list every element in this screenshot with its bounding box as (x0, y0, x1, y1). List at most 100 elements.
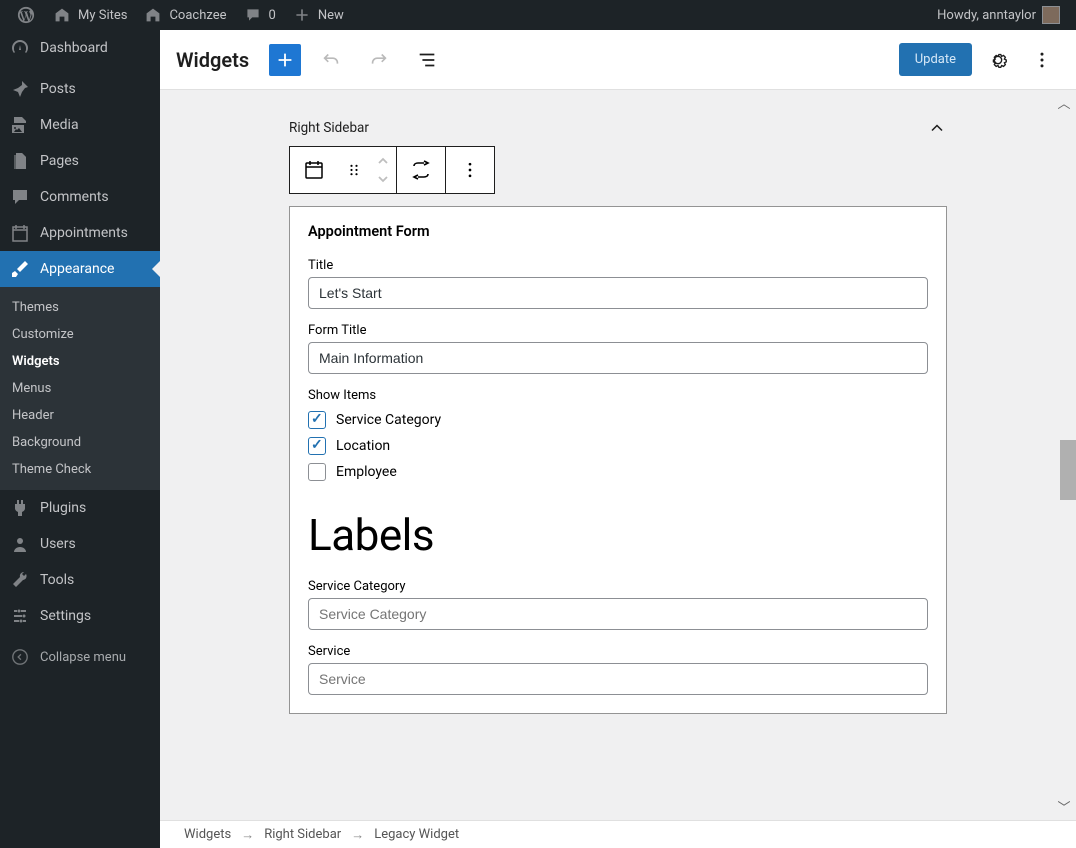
admin-bar: My Sites Coachzee 0 New Howdy, anntaylor (0, 0, 1076, 30)
submenu-themes[interactable]: Themes (0, 294, 160, 321)
new-link[interactable]: New (284, 0, 352, 30)
comments-link[interactable]: 0 (235, 0, 284, 30)
widget-name: Appointment Form (308, 223, 928, 240)
menu-dashboard-label: Dashboard (40, 40, 108, 56)
input-service[interactable] (308, 663, 928, 695)
lbl-servicecategory: Service Category (308, 579, 928, 594)
menu-settings[interactable]: Settings (0, 598, 160, 634)
collapse-label: Collapse menu (40, 650, 126, 665)
menu-comments[interactable]: Comments (0, 179, 160, 215)
account-link[interactable]: Howdy, anntaylor (929, 0, 1068, 30)
title-input[interactable] (308, 277, 928, 309)
collapse-menu[interactable]: Collapse menu (0, 639, 160, 675)
pages-icon (10, 151, 30, 171)
submenu-background[interactable]: Background (0, 429, 160, 456)
checkbox-location-label: Location (336, 438, 390, 454)
submenu-widgets[interactable]: Widgets (0, 348, 160, 375)
add-block-button[interactable] (269, 44, 301, 76)
menu-plugins[interactable]: Plugins (0, 490, 160, 526)
transform-button[interactable] (397, 147, 445, 193)
scroll-down[interactable]: ﹀ (1056, 798, 1072, 814)
breadcrumb-sep: → (241, 827, 254, 843)
formtitle-input[interactable] (308, 342, 928, 374)
admin-sidebar: Dashboard Posts Media Pages Comments App… (0, 30, 160, 848)
menu-pages-label: Pages (40, 153, 79, 169)
comment-icon (243, 5, 263, 25)
page-title: Widgets (176, 48, 249, 72)
header-right: Update (899, 42, 1060, 78)
submenu-customize[interactable]: Customize (0, 321, 160, 348)
submenu-themecheck[interactable]: Theme Check (0, 456, 160, 483)
labels-heading: Labels (308, 509, 928, 561)
wordpress-icon (16, 5, 36, 25)
site-link[interactable]: Coachzee (135, 0, 234, 30)
new-label: New (318, 8, 344, 23)
menu-dashboard[interactable]: Dashboard (0, 30, 160, 66)
comments-count: 0 (269, 8, 276, 23)
editor-header: Widgets Update (160, 30, 1076, 90)
block-toolbar (289, 146, 495, 194)
listview-button[interactable] (409, 42, 445, 78)
block-type-button[interactable] (290, 147, 338, 193)
update-button[interactable]: Update (899, 43, 972, 76)
menu-posts[interactable]: Posts (0, 71, 160, 107)
submenu-header[interactable]: Header (0, 402, 160, 429)
breadcrumb-widgets[interactable]: Widgets (184, 827, 231, 842)
menu-appearance-label: Appearance (40, 261, 114, 277)
my-sites-link[interactable]: My Sites (44, 0, 135, 30)
widget-frame: Appointment Form Title Form Title Show I… (289, 206, 947, 714)
move-down-button[interactable] (370, 170, 396, 188)
settings-button[interactable] (980, 42, 1016, 78)
scrollbar-handle[interactable] (1060, 440, 1076, 500)
menu-plugins-label: Plugins (40, 500, 86, 516)
menu-appointments[interactable]: Appointments (0, 215, 160, 251)
formtitle-label: Form Title (308, 323, 928, 338)
pin-icon (10, 79, 30, 99)
menu-appearance[interactable]: Appearance (0, 251, 160, 287)
plus-icon (292, 5, 312, 25)
showitems-label: Show Items (308, 388, 928, 403)
input-servicecategory[interactable] (308, 598, 928, 630)
block-options-button[interactable] (446, 147, 494, 193)
breadcrumb-widget[interactable]: Legacy Widget (374, 827, 459, 842)
wp-logo[interactable] (8, 0, 44, 30)
menu-pages[interactable]: Pages (0, 143, 160, 179)
redo-button[interactable] (361, 42, 397, 78)
move-up-button[interactable] (370, 152, 396, 170)
scroll-up[interactable]: ︿ (1056, 94, 1072, 110)
my-sites-label: My Sites (78, 8, 127, 23)
collapse-icon (10, 647, 30, 667)
editor: Widgets Update ︿ Right Sidebar (160, 30, 1076, 848)
check-location[interactable]: Location (308, 437, 928, 455)
menu-settings-label: Settings (40, 608, 91, 624)
drag-handle[interactable] (338, 147, 370, 193)
tools-icon (10, 570, 30, 590)
checkbox-servicecategory[interactable] (308, 411, 326, 429)
undo-button[interactable] (313, 42, 349, 78)
menu-media-label: Media (40, 117, 79, 133)
brush-icon (10, 259, 30, 279)
checkbox-location[interactable] (308, 437, 326, 455)
menu-appointments-label: Appointments (40, 225, 128, 241)
menu-media[interactable]: Media (0, 107, 160, 143)
menu-comments-label: Comments (40, 189, 109, 205)
site-label: Coachzee (169, 8, 226, 23)
menu-tools[interactable]: Tools (0, 562, 160, 598)
title-label: Title (308, 258, 928, 273)
panel-name: Right Sidebar (289, 120, 369, 136)
move-buttons (370, 148, 396, 192)
lbl-service: Service (308, 644, 928, 659)
checkbox-employee[interactable] (308, 463, 326, 481)
appearance-submenu: Themes Customize Widgets Menus Header Ba… (0, 287, 160, 490)
check-servicecategory[interactable]: Service Category (308, 411, 928, 429)
menu-users-label: Users (40, 536, 76, 552)
check-employee[interactable]: Employee (308, 463, 928, 481)
checkbox-employee-label: Employee (336, 464, 397, 480)
options-button[interactable] (1024, 42, 1060, 78)
menu-users[interactable]: Users (0, 526, 160, 562)
sidebar-panel-header[interactable]: Right Sidebar (273, 108, 963, 146)
calendar-icon (10, 223, 30, 243)
admin-bar-right: Howdy, anntaylor (929, 0, 1068, 30)
breadcrumb-sidebar[interactable]: Right Sidebar (264, 827, 341, 842)
submenu-menus[interactable]: Menus (0, 375, 160, 402)
